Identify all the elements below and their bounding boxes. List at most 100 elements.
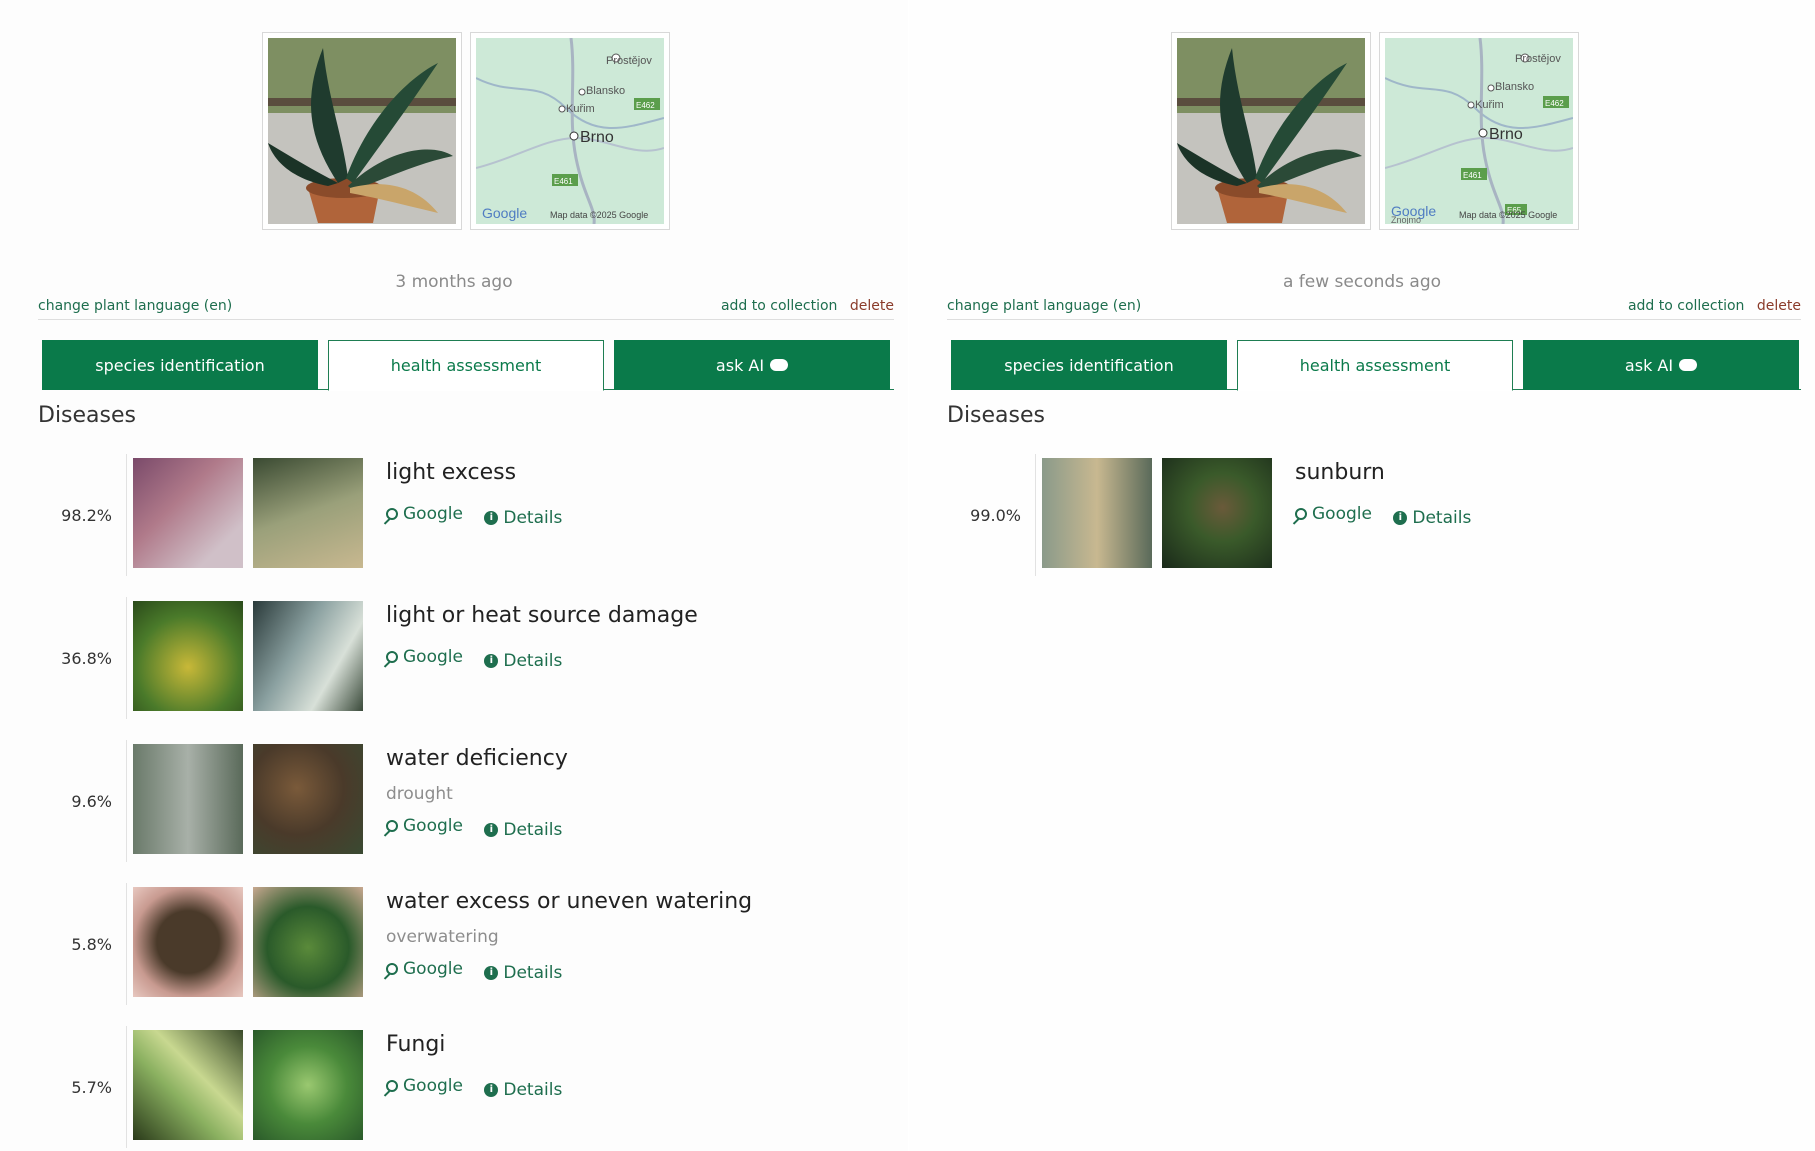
add-to-collection-link[interactable]: add to collection [721,298,837,314]
divider [126,1026,127,1148]
tab-ask-ai[interactable]: ask AI [614,340,890,390]
location-map[interactable]: Prostějov Blansko Kuřim Brno Znojmo E462… [1379,32,1579,230]
map-city-brno: Brno [1489,126,1523,143]
divider [1035,454,1036,576]
details-link-label: Details [503,962,563,983]
search-icon [386,1080,398,1092]
google-link-label: Google [403,1076,463,1096]
map-city-prostejov: Prostějov [606,55,652,67]
details-link[interactable]: i Details [484,508,562,528]
info-icon: i [1393,510,1408,525]
disease-image[interactable] [133,887,243,997]
google-link[interactable]: Google [386,1076,463,1096]
disease-image[interactable] [253,458,363,568]
section-title: Diseases [38,403,136,428]
details-link[interactable]: i Details [1393,508,1471,528]
disease-item: 5.8% water excess or uneven watering ove… [38,883,898,1005]
disease-alias: overwatering [386,927,499,947]
left-panel: Prostějov Blansko Kuřim Brno E462 E461 G… [0,0,908,1151]
info-icon: i [484,822,499,837]
details-link[interactable]: i Details [484,820,562,840]
disease-image[interactable] [133,1030,243,1140]
location-map[interactable]: Prostějov Blansko Kuřim Brno E462 E461 G… [470,32,670,230]
tab-health-assessment[interactable]: health assessment [1237,340,1513,391]
disease-probability: 98.2% [61,505,112,525]
map-attribution: Map data ©2025 Google [1459,210,1557,220]
change-language-link[interactable]: change plant language (en) [947,298,1141,314]
google-link-label: Google [403,647,463,667]
map-city-blansko: Blansko [1495,81,1534,93]
plant-image [1177,38,1365,224]
map-road-e461: E461 [1463,171,1482,180]
details-link-label: Details [503,819,563,840]
details-link[interactable]: i Details [484,651,562,671]
info-icon: i [484,510,499,525]
disease-probability: 36.8% [61,648,112,668]
disease-image[interactable] [133,744,243,854]
tab-ask-ai-label: ask AI [1624,355,1674,375]
info-icon: i [484,653,499,668]
disease-alias: drought [386,784,453,804]
google-link-label: Google [403,504,463,524]
delete-link[interactable]: delete [1757,298,1801,314]
search-icon [386,508,398,520]
disease-image[interactable] [133,601,243,711]
add-to-collection-link[interactable]: add to collection [1628,298,1744,314]
disease-image[interactable] [253,1030,363,1140]
disease-image[interactable] [1042,458,1152,568]
google-link[interactable]: Google [386,816,463,836]
google-link[interactable]: Google [386,959,463,979]
tab-bar: species identification health assessment… [42,340,894,391]
map-road-e462: E462 [1545,99,1564,108]
disease-links: Google i Details [386,647,578,671]
disease-image[interactable] [133,458,243,568]
google-link[interactable]: Google [1295,504,1372,524]
disease-probability: 5.7% [71,1077,112,1097]
timestamp: 3 months ago [395,272,513,292]
disease-image[interactable] [253,744,363,854]
disease-image[interactable] [1162,458,1272,568]
timestamp: a few seconds ago [1282,272,1442,292]
search-icon [386,651,398,663]
delete-link[interactable]: delete [850,298,894,314]
disease-image[interactable] [253,601,363,711]
map-google-brand: Google [482,205,527,221]
tab-health-assessment[interactable]: health assessment [328,340,604,391]
record-actions: add to collection delete [721,298,894,314]
map-city-brno: Brno [580,129,614,146]
map-road-e462: E462 [636,101,655,110]
search-icon [386,963,398,975]
plant-photo[interactable] [1171,32,1371,230]
disease-image[interactable] [253,887,363,997]
disease-name: water deficiency [386,746,568,771]
meta-row: change plant language (en) add to collec… [947,298,1801,320]
google-link[interactable]: Google [386,504,463,524]
disease-links: Google i Details [386,1076,578,1100]
disease-probability: 9.6% [71,791,112,811]
chat-bubble-icon [770,359,789,371]
tab-species-identification[interactable]: species identification [951,340,1227,390]
disease-probability: 5.8% [71,934,112,954]
details-link-label: Details [1412,507,1472,528]
google-link-label: Google [403,816,463,836]
disease-links: Google i Details [386,816,578,840]
disease-links: Google i Details [386,959,578,983]
divider [126,597,127,719]
disease-links: Google i Details [386,504,578,528]
divider [126,454,127,576]
map-google-brand: Google [1391,203,1436,219]
tab-bar: species identification health assessment… [951,340,1801,391]
google-link[interactable]: Google [386,647,463,667]
plant-image [268,38,456,224]
disease-name: water excess or uneven watering [386,889,753,914]
tab-species-identification[interactable]: species identification [42,340,318,390]
disease-name: light or heat source damage [386,603,698,628]
details-link[interactable]: i Details [484,963,562,983]
plant-photo[interactable] [262,32,462,230]
tab-ask-ai[interactable]: ask AI [1523,340,1799,390]
change-language-link[interactable]: change plant language (en) [38,298,232,314]
google-link-label: Google [1312,504,1372,524]
section-title: Diseases [947,403,1045,428]
details-link[interactable]: i Details [484,1080,562,1100]
right-panel: Prostějov Blansko Kuřim Brno Znojmo E462… [909,0,1815,1151]
